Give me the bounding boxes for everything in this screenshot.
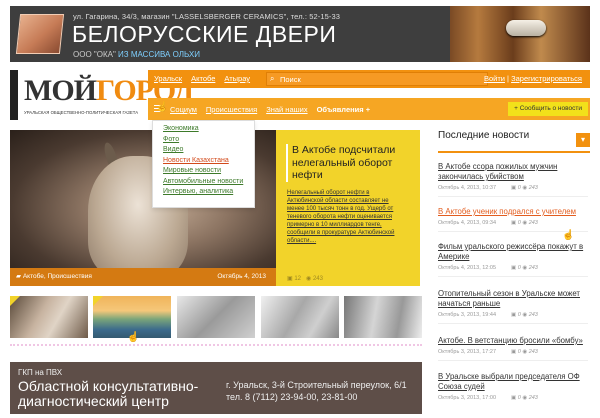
hero-caption: ▰ Актобе, Происшествия Октябрь 4, 2013 bbox=[10, 268, 276, 286]
ad-banner-diagnostic-center[interactable]: ГКП на ПВХ Областной консультативно-диаг… bbox=[10, 362, 422, 414]
featured-title[interactable]: В Актобе подсчитали нелегальный оборот н… bbox=[286, 144, 410, 182]
thumbnail-dentist[interactable] bbox=[261, 296, 339, 338]
dropdown-item-economy[interactable]: Экономика bbox=[163, 125, 254, 132]
register-link[interactable]: Зарегистрироваться bbox=[511, 74, 582, 83]
featured-stats: ▣ 12 ◉ 243 bbox=[287, 276, 323, 282]
banner-subtitle: ООО "ОКА" ИЗ МАССИВА ОЛЬХИ bbox=[73, 50, 200, 59]
sidebar-header: Последние новости bbox=[438, 130, 590, 153]
thumbnail-strip bbox=[10, 296, 422, 338]
hand-cursor-icon: ☝ bbox=[156, 102, 169, 113]
city-link-atyrau[interactable]: Атырау bbox=[224, 74, 250, 83]
ad2-title: Областной консультативно-диагностический… bbox=[18, 378, 199, 409]
news-item[interactable]: Актобе. В ветстанцию бросили «бомбу» Октя… bbox=[438, 336, 588, 361]
folder-icon: ▰ bbox=[16, 273, 21, 280]
news-item[interactable]: В Актобе ссора пожилых мужчин закончилас… bbox=[438, 162, 588, 197]
dropdown-item-kz-news[interactable]: Новости Казахстана bbox=[163, 157, 254, 164]
nav-item-incidents[interactable]: Происшествия bbox=[206, 105, 257, 114]
chevron-down-icon[interactable]: ▾ bbox=[576, 133, 590, 147]
ad2-address: г. Уральск, 3-й Строительный переулок, 6… bbox=[226, 380, 407, 402]
search-box[interactable]: ⌕ bbox=[266, 72, 488, 86]
dropdown-item-photo[interactable]: Фото bbox=[163, 136, 254, 143]
city-links: Уральск Актобе Атырау bbox=[154, 74, 259, 83]
news-item[interactable]: В Актобе ученик подрался с учителем Октяб… bbox=[438, 207, 588, 232]
banner-title: БЕЛОРУССКИЕ ДВЕРИ bbox=[72, 21, 337, 47]
report-news-button[interactable]: + Сообщить о новости bbox=[508, 102, 588, 116]
dropdown-item-interviews[interactable]: Интервью, аналитика bbox=[163, 188, 254, 195]
ad-banner-doors[interactable]: ул. Гагарина, 34/3, магазин "LASSELSBERG… bbox=[10, 6, 590, 62]
featured-article[interactable]: В Актобе подсчитали нелегальный оборот н… bbox=[276, 130, 420, 286]
thumbnail-door[interactable] bbox=[344, 296, 422, 338]
thumbnail-goat[interactable] bbox=[10, 296, 88, 338]
search-input[interactable] bbox=[280, 74, 480, 84]
nav-item-know-ours[interactable]: Знай наших bbox=[266, 105, 307, 114]
thumbnail-toy[interactable] bbox=[177, 296, 255, 338]
top-bar: Уральск Актобе Атырау ⌕ Войти | Зарегистри… bbox=[148, 70, 590, 88]
logo-tagline: УРАЛЬСКАЯ ОБЩЕСТВЕННО-ПОЛИТИЧЕСКАЯ ГАЗЕТ… bbox=[24, 110, 139, 115]
nav-dropdown-menu: Экономика Фото Видео Новости Казахстана … bbox=[152, 120, 255, 208]
news-item[interactable]: Отопительный сезон в Уральске может нача… bbox=[438, 289, 588, 324]
dropdown-item-world-news[interactable]: Мировые новости bbox=[163, 167, 254, 174]
search-icon[interactable]: ⌕ bbox=[270, 74, 274, 84]
city-link-uralsk[interactable]: Уральск bbox=[154, 74, 182, 83]
nav-item-ads[interactable]: Объявления + bbox=[317, 105, 371, 114]
nav-item-socium[interactable]: Социум bbox=[170, 105, 197, 114]
ceramic-tiles-image bbox=[15, 14, 65, 54]
main-nav: Социум Происшествия Знай наших Объявления +… bbox=[148, 98, 590, 120]
hand-cursor-icon: ☝ bbox=[127, 332, 140, 343]
login-link[interactable]: Войти bbox=[484, 74, 505, 83]
news-item[interactable]: Фильм уральского режиссёра покажут в Аме… bbox=[438, 242, 588, 277]
site-logo[interactable]: МОЙГОРОД УРАЛЬСКАЯ ОБЩЕСТВЕННО-ПОЛИТИЧЕС… bbox=[10, 70, 194, 120]
latest-news-sidebar: Последние новости ▾ В Актобе ссора пожил… bbox=[438, 130, 590, 418]
comments-icon: ▣ bbox=[287, 276, 293, 282]
divider bbox=[10, 344, 422, 346]
dropdown-item-auto-news[interactable]: Автомобильные новости bbox=[163, 178, 254, 185]
ad2-small: ГКП на ПВХ bbox=[18, 368, 63, 377]
hero-date: Октябрь 4, 2013 bbox=[217, 273, 266, 280]
hero-category[interactable]: Актобе, Происшествия bbox=[23, 273, 92, 280]
banner-address: ул. Гагарина, 34/3, магазин "LASSELSBERG… bbox=[73, 12, 341, 21]
auth-links: Войти | Зарегистрироваться bbox=[483, 74, 582, 83]
dropdown-item-video[interactable]: Видео bbox=[163, 146, 254, 153]
news-item[interactable]: В Уральске выбрали председателя ОФ Союза… bbox=[438, 372, 588, 401]
door-image bbox=[450, 6, 590, 62]
featured-text: Нелегальный оборот нефти в Актюбинской о… bbox=[287, 190, 395, 244]
hand-cursor-icon: ☝ bbox=[562, 230, 575, 241]
views-icon: ◉ bbox=[306, 276, 312, 282]
city-link-aktobe[interactable]: Актобе bbox=[191, 74, 215, 83]
door-handle-image bbox=[506, 20, 546, 36]
